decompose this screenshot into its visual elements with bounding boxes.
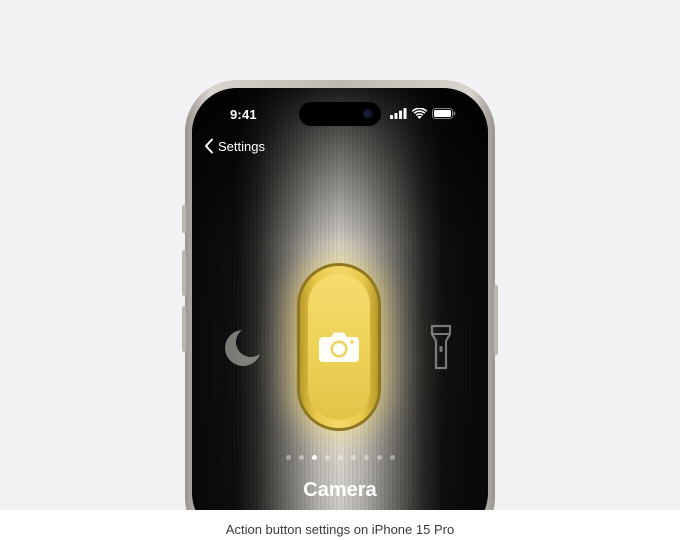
image-caption: Action button settings on iPhone 15 Pro (225, 522, 455, 537)
page-dots (192, 455, 488, 460)
page-dot[interactable] (376, 455, 382, 460)
action-button-selector[interactable] (300, 266, 378, 428)
status-icons (390, 108, 456, 119)
volume-up-side-button (182, 250, 186, 296)
back-button[interactable]: Settings (204, 138, 265, 154)
page-dot[interactable] (337, 455, 343, 460)
selected-action-label: Camera (303, 479, 377, 501)
flashlight-icon[interactable] (430, 324, 452, 370)
wifi-icon (412, 108, 427, 119)
hero-stage: 9:41 Settings Camera (0, 0, 680, 510)
chevron-left-icon (205, 138, 213, 154)
battery-icon (432, 108, 456, 119)
page-dot[interactable] (389, 455, 395, 460)
page-dot[interactable] (298, 455, 304, 460)
cellular-signal-icon (390, 108, 407, 119)
back-label: Settings (218, 138, 265, 154)
camera-icon (319, 332, 359, 362)
moon-icon[interactable] (218, 326, 262, 370)
front-camera-icon (363, 109, 373, 119)
page-dot[interactable] (285, 455, 291, 460)
dynamic-island (299, 102, 381, 126)
action-button-face (308, 274, 370, 420)
page-dot[interactable] (363, 455, 369, 460)
volume-down-side-button (182, 306, 186, 352)
phone-screen: 9:41 Settings Camera (192, 88, 488, 510)
page-dot[interactable] (350, 455, 356, 460)
action-side-button (182, 205, 186, 233)
page-dot[interactable] (324, 455, 330, 460)
power-side-button (494, 285, 498, 355)
page-dot-active[interactable] (311, 455, 317, 460)
status-time: 9:41 (230, 107, 257, 122)
